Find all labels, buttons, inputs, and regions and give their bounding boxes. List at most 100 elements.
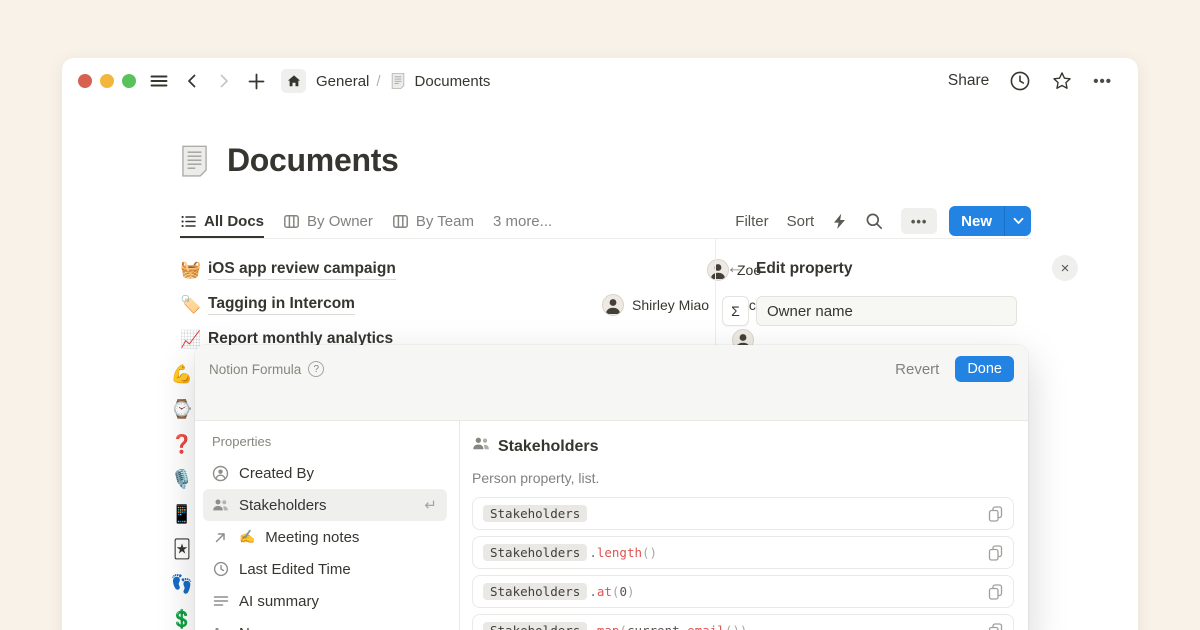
property-item-label: Last Edited Time	[239, 561, 351, 578]
new-chevron-down-icon[interactable]	[1005, 206, 1031, 236]
code-token: .	[589, 623, 597, 630]
tab-by-owner[interactable]: By Owner	[283, 204, 373, 238]
new-page-plus-icon[interactable]	[248, 73, 265, 90]
forward-icon[interactable]	[216, 73, 232, 89]
page-document-icon[interactable]	[176, 142, 213, 179]
filter-button[interactable]: Filter	[735, 213, 768, 230]
sidebar-menu-icon[interactable]	[150, 72, 168, 90]
formula-example[interactable]: Stakeholders . at ( 0 )	[472, 575, 1014, 608]
new-button-label[interactable]: New	[949, 206, 1004, 236]
properties-section-label: Properties	[212, 434, 459, 449]
tabs-more-button[interactable]: 3 more...	[493, 213, 552, 230]
close-window-button[interactable]	[78, 74, 92, 88]
sort-button[interactable]: Sort	[787, 213, 815, 230]
code-token: length	[597, 545, 642, 560]
doc-dollar-icon: 💲	[168, 602, 196, 630]
code-token: ())	[725, 623, 748, 630]
code-token: .	[589, 545, 597, 560]
property-chip: Stakeholders	[483, 544, 587, 561]
detail-property-title: Stakeholders	[498, 438, 598, 456]
revert-button[interactable]: Revert	[895, 361, 939, 378]
doc-phone-icon: 📱	[168, 497, 196, 532]
formula-sigma-icon[interactable]: Σ	[722, 296, 749, 326]
more-options-icon[interactable]: •••	[1093, 73, 1112, 90]
property-item-name[interactable]: Aa Name	[195, 617, 459, 630]
avatar	[602, 294, 624, 316]
panel-back-icon[interactable]: ←	[726, 258, 745, 277]
breadcrumb-workspace[interactable]: General	[316, 73, 369, 90]
tab-all-docs[interactable]: All Docs	[180, 204, 264, 238]
writing-hand-icon: ✍️	[239, 529, 255, 545]
code-token: map	[597, 623, 620, 630]
hidden-row-icons: 💪 ⌚ ❓ 🎙️ 📱 🃏 👣 💲	[168, 357, 196, 630]
formula-example[interactable]: Stakeholders	[472, 497, 1014, 530]
document-page-icon	[388, 71, 408, 91]
done-button[interactable]: Done	[955, 356, 1014, 382]
panel-close-icon[interactable]: ×	[1052, 255, 1078, 281]
code-token: )	[627, 584, 635, 599]
formula-detail-pane: Stakeholders Person property, list. Stak…	[460, 421, 1028, 630]
property-item-label: AI summary	[239, 593, 319, 610]
property-item-created-by[interactable]: Created By	[195, 457, 459, 489]
detail-property-subtitle: Person property, list.	[472, 470, 1014, 486]
property-chip: Stakeholders	[483, 622, 587, 630]
people-icon	[212, 497, 229, 514]
property-name-input[interactable]	[756, 296, 1017, 326]
copy-icon[interactable]	[988, 584, 1003, 600]
panel-title: Edit property	[756, 260, 852, 278]
property-item-label: Meeting notes	[265, 529, 359, 546]
search-icon[interactable]	[865, 212, 883, 230]
doc-card-icon: 🃏	[168, 532, 196, 567]
desktop-background: General / Documents Share •••	[0, 0, 1200, 630]
doc-title[interactable]: Tagging in Intercom	[208, 295, 355, 315]
formula-editor-popup: Notion Formula ? Revert Done Properties	[195, 345, 1028, 630]
copy-icon[interactable]	[988, 623, 1003, 630]
history-clock-icon[interactable]	[1009, 70, 1031, 92]
breadcrumb: General / Documents	[316, 71, 490, 91]
code-token: 0	[619, 584, 627, 599]
breadcrumb-page[interactable]: Documents	[415, 73, 491, 90]
page-header: Documents	[176, 142, 399, 179]
view-options-icon[interactable]: •••	[901, 208, 937, 234]
new-button[interactable]: New	[949, 206, 1031, 236]
formula-example[interactable]: Stakeholders . length ()	[472, 536, 1014, 569]
traffic-lights	[78, 74, 136, 88]
zoom-window-button[interactable]	[122, 74, 136, 88]
table-row[interactable]: 🧺 iOS app review campaign Zoe	[180, 252, 777, 287]
table-row[interactable]: 🏷️ Tagging in Intercom Shirley Miao Dece	[180, 287, 777, 322]
tab-by-team[interactable]: By Team	[392, 204, 474, 238]
property-item-stakeholders[interactable]: Stakeholders ↵	[203, 489, 447, 521]
formula-properties-pane: Properties Created By Stakeholders ↵	[195, 421, 460, 630]
person-circle-icon	[212, 465, 229, 482]
code-token: ()	[642, 545, 657, 560]
owner-name: Shirley Miao	[632, 297, 709, 313]
help-icon[interactable]: ?	[308, 361, 324, 377]
home-icon[interactable]	[281, 69, 306, 93]
share-button[interactable]: Share	[948, 72, 989, 90]
title-aa-icon: Aa	[212, 626, 229, 630]
doc-basket-icon: 🧺	[180, 261, 208, 278]
formula-header[interactable]: Notion Formula ? Revert Done	[195, 345, 1028, 421]
text-lines-icon	[212, 593, 229, 609]
doc-microphone-icon: 🎙️	[168, 462, 196, 497]
minimize-window-button[interactable]	[100, 74, 114, 88]
property-item-meeting-notes[interactable]: ✍️ Meeting notes	[195, 521, 459, 553]
property-item-last-edited-time[interactable]: Last Edited Time	[195, 553, 459, 585]
doc-question-icon: ❓	[168, 427, 196, 462]
window-topbar: General / Documents Share •••	[62, 58, 1138, 104]
copy-icon[interactable]	[988, 506, 1003, 522]
code-token: at	[597, 584, 612, 599]
code-token: email	[687, 623, 725, 630]
doc-muscle-icon: 💪	[168, 357, 196, 392]
doc-title[interactable]: iOS app review campaign	[208, 260, 396, 280]
back-icon[interactable]	[184, 73, 200, 89]
property-item-ai-summary[interactable]: AI summary	[195, 585, 459, 617]
people-icon	[472, 435, 490, 458]
breadcrumb-separator: /	[376, 73, 380, 90]
formula-header-label: Notion Formula	[209, 362, 301, 377]
automation-bolt-icon[interactable]	[832, 213, 847, 230]
favorite-star-icon[interactable]	[1051, 70, 1073, 92]
formula-example[interactable]: Stakeholders . map ( current . email ())	[472, 614, 1014, 630]
tab-all-docs-label: All Docs	[204, 213, 264, 230]
copy-icon[interactable]	[988, 545, 1003, 561]
